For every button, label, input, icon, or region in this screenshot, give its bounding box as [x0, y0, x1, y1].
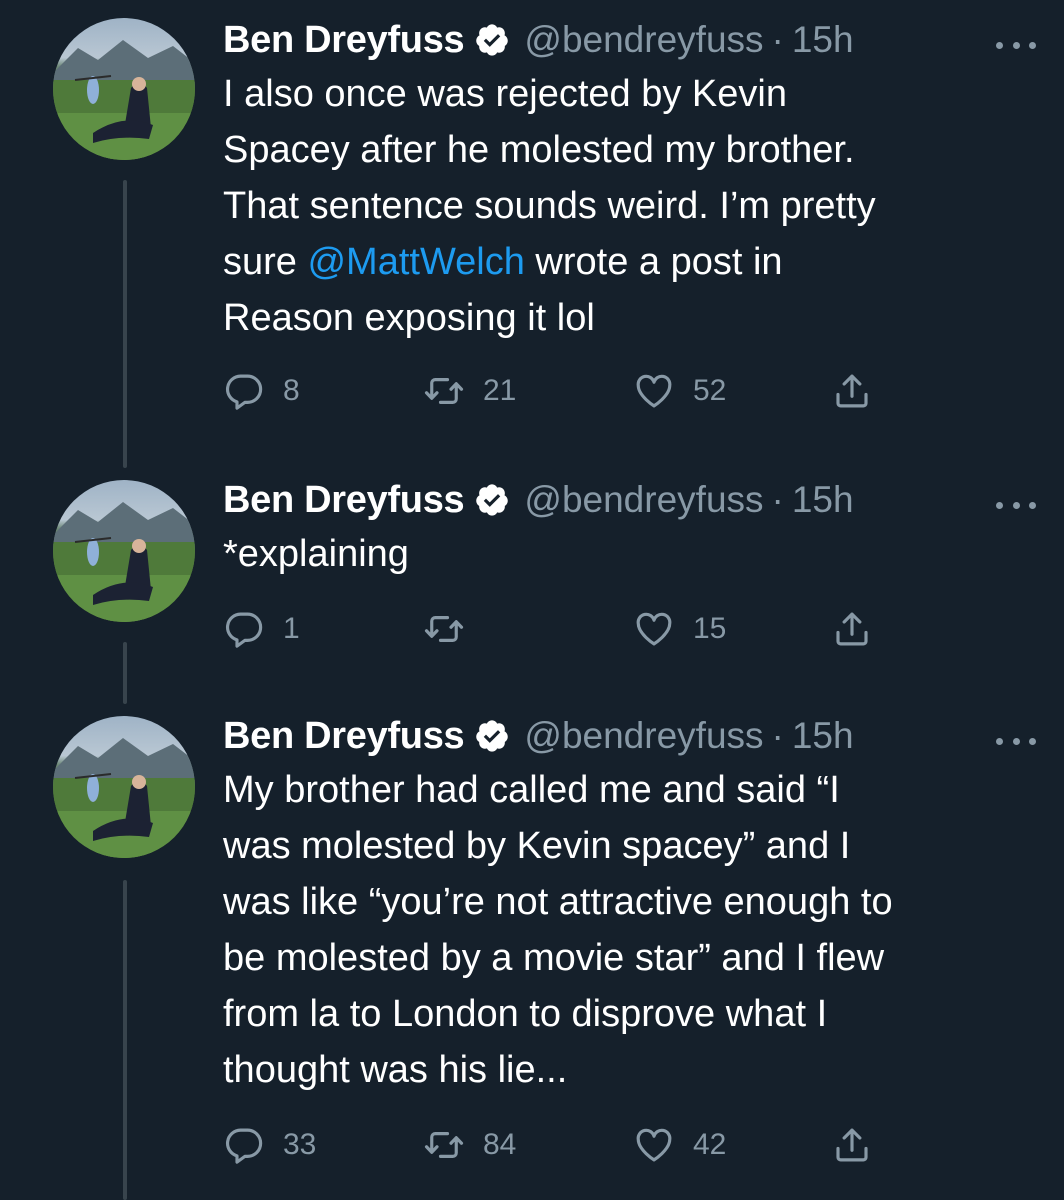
avatar[interactable]	[53, 480, 195, 622]
like-count: 42	[693, 1128, 727, 1161]
timestamp[interactable]: 15h	[792, 715, 854, 757]
separator-dot: ·	[771, 715, 784, 756]
thread-line	[123, 880, 127, 1200]
reply-count: 1	[283, 612, 300, 645]
author-handle[interactable]: @bendreyfuss	[524, 715, 763, 757]
share-button[interactable]	[831, 604, 891, 654]
more-options-icon[interactable]	[996, 726, 1036, 756]
retweet-button[interactable]: 84	[423, 1120, 516, 1170]
timestamp[interactable]: 15h	[792, 479, 854, 521]
author-name[interactable]: Ben Dreyfuss	[223, 715, 465, 758]
reply-count: 8	[283, 374, 300, 407]
more-options-icon[interactable]	[996, 30, 1036, 60]
avatar[interactable]	[53, 18, 195, 160]
share-button[interactable]	[831, 366, 891, 416]
author-name[interactable]: Ben Dreyfuss	[223, 479, 465, 522]
mention-link[interactable]: @MattWelch	[307, 241, 524, 283]
author-name[interactable]: Ben Dreyfuss	[223, 19, 465, 62]
author-handle[interactable]: @bendreyfuss	[524, 479, 763, 521]
tweet-text: My brother had called me and said “I was…	[223, 762, 1024, 1098]
like-count: 52	[693, 374, 727, 407]
retweet-button[interactable]	[423, 604, 483, 654]
retweet-count: 84	[483, 1128, 517, 1161]
tweet-text-part: *explaining	[223, 533, 409, 575]
separator-dot: ·	[771, 479, 784, 520]
like-button[interactable]: 42	[633, 1120, 726, 1170]
share-icon	[836, 1128, 868, 1162]
more-options-icon[interactable]	[996, 490, 1036, 520]
share-icon	[836, 612, 868, 646]
thread-line	[123, 642, 127, 704]
reply-button[interactable]: 1	[223, 604, 300, 654]
heart-icon	[636, 612, 672, 646]
retweet-count: 21	[483, 374, 517, 407]
reply-count: 33	[283, 1128, 317, 1161]
author-handle[interactable]: @bendreyfuss	[524, 19, 763, 61]
tweet-text: *explaining	[223, 526, 1024, 582]
retweet-icon	[424, 616, 464, 642]
heart-icon	[636, 374, 672, 408]
thread-line	[123, 180, 127, 468]
reply-icon	[225, 612, 263, 648]
reply-button[interactable]: 33	[223, 1120, 316, 1170]
retweet-icon	[424, 378, 464, 404]
retweet-icon	[424, 1132, 464, 1158]
separator-dot: ·	[771, 19, 784, 60]
reply-icon	[225, 374, 263, 410]
retweet-button[interactable]: 21	[423, 366, 516, 416]
avatar[interactable]	[53, 716, 195, 858]
verified-badge-icon	[476, 24, 509, 56]
timestamp[interactable]: 15h	[792, 19, 854, 61]
reply-icon	[225, 1128, 263, 1164]
tweet-text-part: My brother had called me and said “I was…	[223, 769, 893, 1091]
like-count: 15	[693, 612, 727, 645]
tweet-text: I also once was rejected by Kevin Spacey…	[223, 66, 1024, 346]
share-button[interactable]	[831, 1120, 891, 1170]
like-button[interactable]: 52	[633, 366, 726, 416]
share-icon	[836, 374, 868, 408]
verified-badge-icon	[476, 484, 509, 516]
verified-badge-icon	[476, 720, 509, 752]
heart-icon	[636, 1128, 672, 1162]
reply-button[interactable]: 8	[223, 366, 300, 416]
like-button[interactable]: 15	[633, 604, 726, 654]
